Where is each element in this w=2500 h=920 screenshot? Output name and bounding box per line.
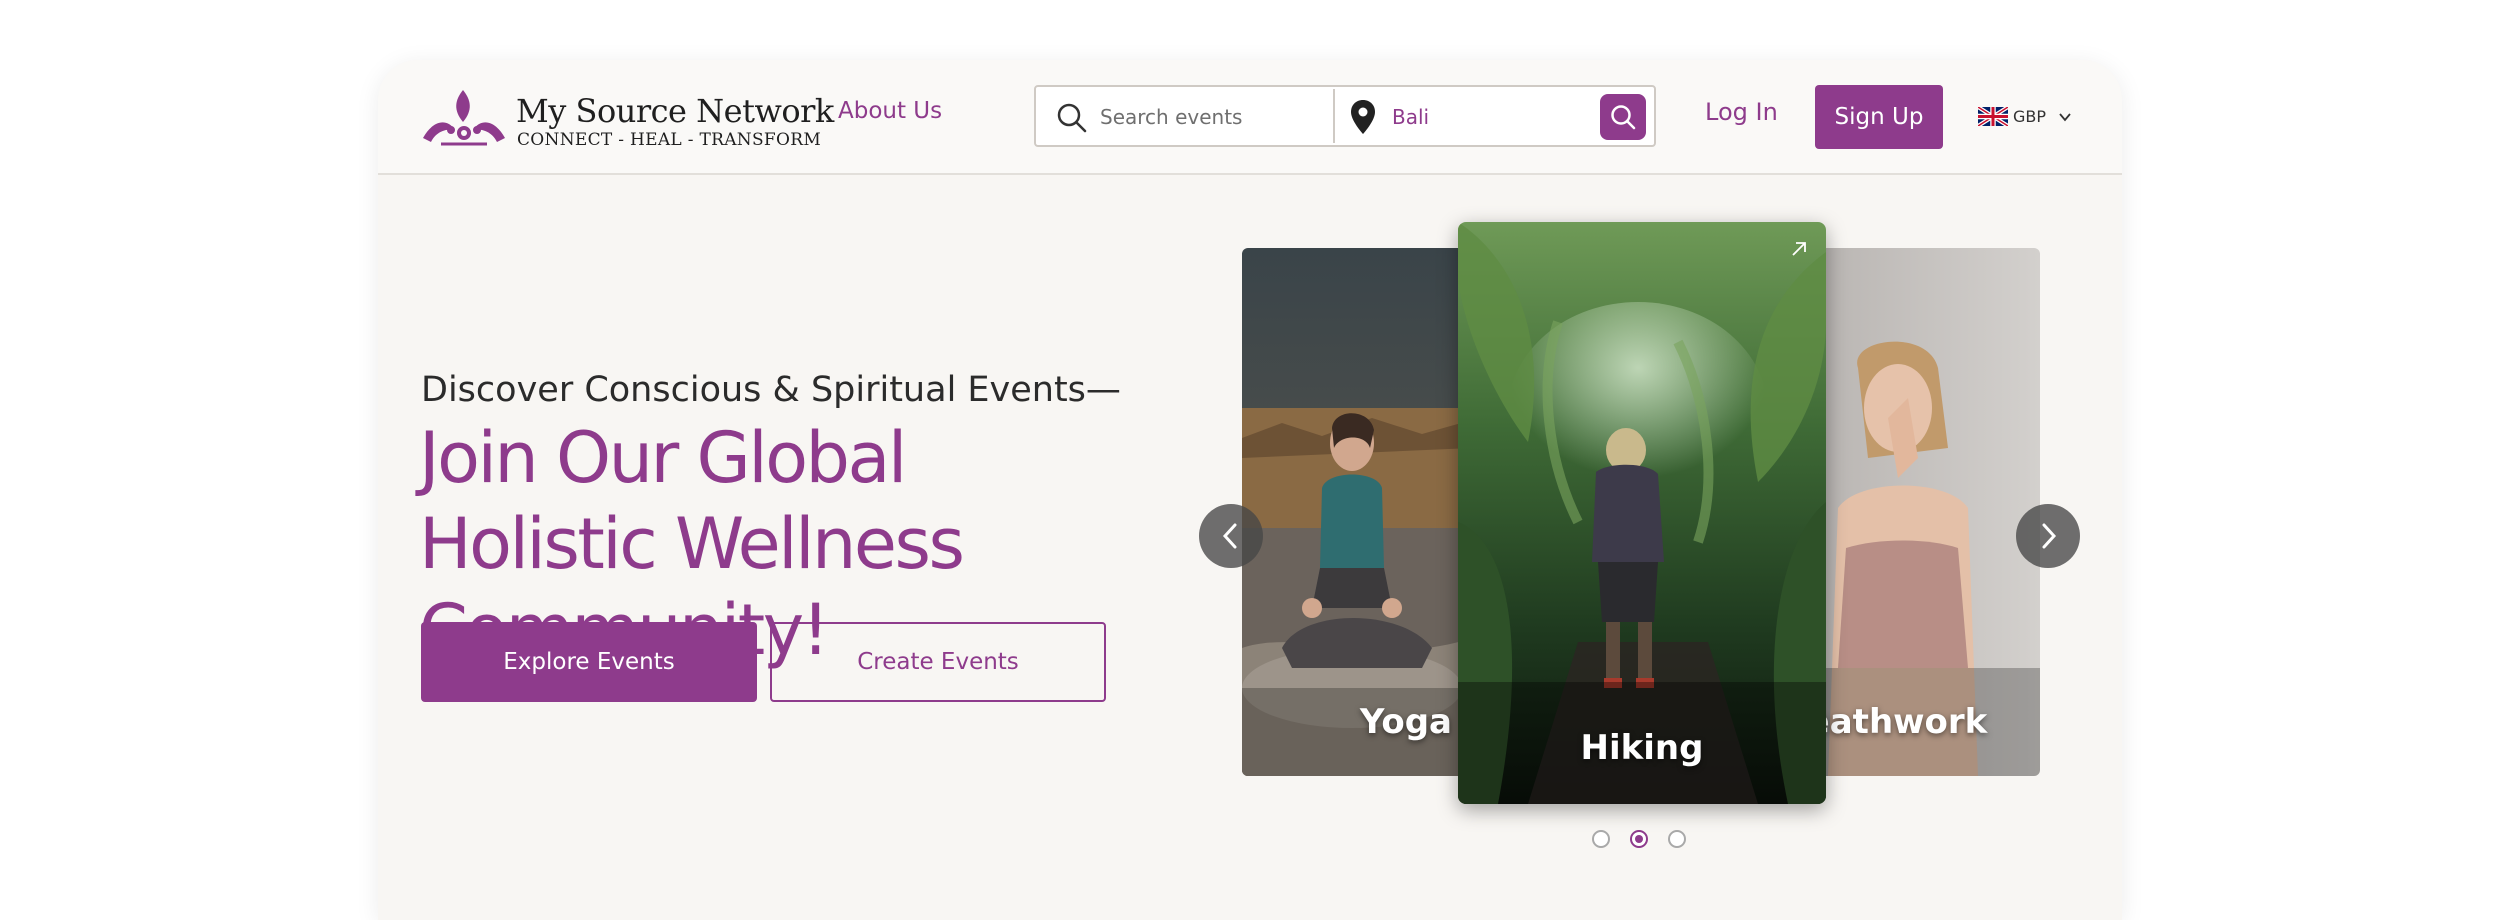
- search-submit-button[interactable]: [1600, 94, 1646, 140]
- carousel-dots: [1592, 830, 1702, 854]
- chevron-down-icon: [2059, 113, 2071, 122]
- explore-events-button[interactable]: Explore Events: [421, 622, 757, 702]
- chevron-right-icon: [2042, 523, 2057, 549]
- currency-label: GBP: [2013, 107, 2047, 126]
- carousel-dot-1[interactable]: [1592, 830, 1610, 848]
- site-header: My Source Network CONNECT - HEAL - TRANS…: [378, 60, 2122, 175]
- hero-subtitle: Discover Conscious & Spiritual Events—: [421, 370, 1121, 410]
- carousel-card-hiking[interactable]: Hiking: [1458, 222, 1826, 804]
- carousel-prev-button[interactable]: [1199, 504, 1263, 568]
- chevron-left-icon: [1222, 523, 1237, 549]
- external-link-icon[interactable]: [1788, 238, 1810, 260]
- card-label-breathwork: Breathwork: [1798, 702, 1988, 742]
- hiking-photo: [1458, 222, 1826, 804]
- card-label-yoga: Yoga: [1359, 702, 1452, 742]
- uk-flag-icon: [1978, 107, 2008, 126]
- carousel-dot-3[interactable]: [1668, 830, 1686, 848]
- search-bar: [1034, 85, 1656, 147]
- carousel-card-breathwork[interactable]: Breathwork: [1798, 248, 2040, 776]
- page-frame: My Source Network CONNECT - HEAL - TRANS…: [378, 60, 2122, 920]
- brand-name: My Source Network: [516, 92, 834, 130]
- search-input[interactable]: [1098, 98, 1322, 136]
- search-icon: [1057, 103, 1087, 133]
- location-pin-icon: [1351, 100, 1375, 134]
- lotus-logo-icon: [423, 90, 505, 146]
- carousel-dot-2[interactable]: [1630, 830, 1648, 848]
- location-input[interactable]: [1390, 98, 1574, 136]
- yoga-photo: [1242, 248, 1472, 776]
- carousel-card-yoga[interactable]: Yoga: [1242, 248, 1472, 776]
- create-events-button[interactable]: Create Events: [770, 622, 1106, 702]
- breathwork-photo: [1798, 248, 2040, 776]
- signup-button[interactable]: Sign Up: [1815, 85, 1943, 149]
- search-divider: [1333, 89, 1335, 143]
- search-icon: [1611, 105, 1636, 130]
- brand-tagline: CONNECT - HEAL - TRANSFORM: [517, 130, 822, 150]
- about-us-link[interactable]: About Us: [838, 98, 942, 124]
- carousel-next-button[interactable]: [2016, 504, 2080, 568]
- login-link[interactable]: Log In: [1705, 98, 1778, 126]
- brand-logo[interactable]: My Source Network CONNECT - HEAL - TRANS…: [421, 86, 834, 152]
- card-label-hiking: Hiking: [1580, 728, 1704, 768]
